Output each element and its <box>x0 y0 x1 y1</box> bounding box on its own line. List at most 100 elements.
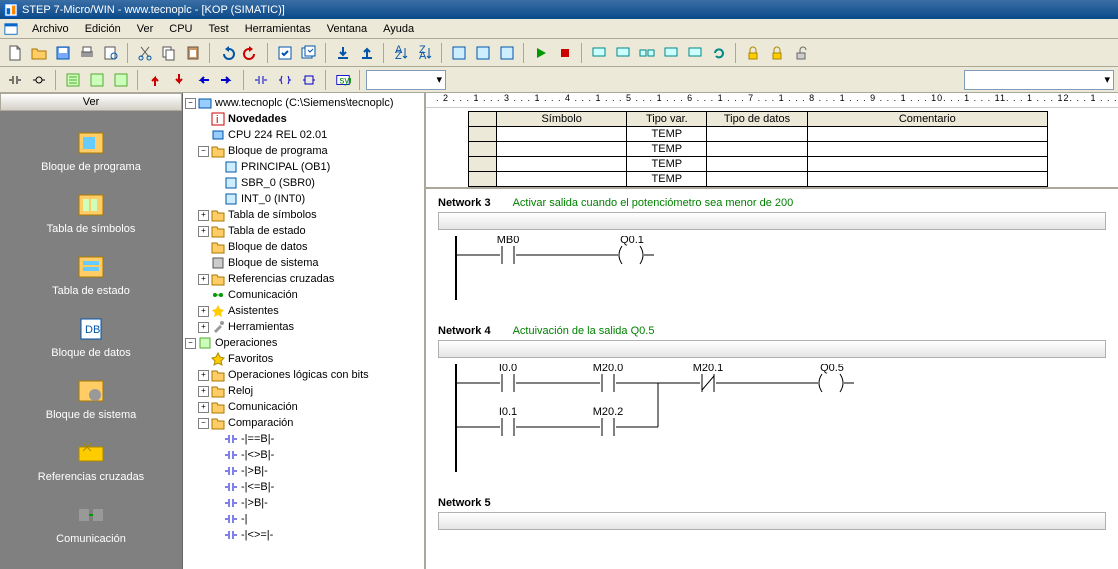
options-b-button[interactable] <box>472 42 494 64</box>
table-row[interactable]: TEMP <box>469 157 1048 172</box>
ladder-diagram[interactable]: MB0200Q0.1 <box>438 236 1078 300</box>
nav-item-4[interactable]: Bloque de sistema <box>0 377 182 421</box>
insert-box-button[interactable] <box>298 69 320 91</box>
nav-item-5[interactable]: Referencias cruzadas <box>0 439 182 483</box>
table-cell[interactable] <box>469 157 497 172</box>
table-cell[interactable] <box>807 142 1047 157</box>
table-row[interactable]: TEMP <box>469 172 1048 187</box>
menu-ventana[interactable]: Ventana <box>319 21 375 37</box>
fbd-view-button[interactable] <box>110 69 132 91</box>
tree-item-13[interactable]: +Herramientas <box>185 319 422 335</box>
network-bar[interactable] <box>438 212 1106 230</box>
lock2-button[interactable] <box>766 42 788 64</box>
expand-icon[interactable]: − <box>185 98 196 109</box>
tree-item-0[interactable]: iNovedades <box>185 111 422 127</box>
ladder-diagram[interactable]: I0.0M20.0M20.1Q0.5I0.1M20.2 <box>438 364 1078 472</box>
tree-root[interactable]: −www.tecnoplc (C:\Siemens\tecnoplc) <box>185 95 422 111</box>
table-cell[interactable] <box>807 157 1047 172</box>
nav-item-2[interactable]: Tabla de estado <box>0 253 182 297</box>
table-cell[interactable] <box>469 127 497 142</box>
tree-item-6[interactable]: +Tabla de símbolos <box>185 207 422 223</box>
declaration-table[interactable]: SímboloTipo var.Tipo de datosComentarioT… <box>468 111 1048 187</box>
stl-view-button[interactable] <box>86 69 108 91</box>
network-area[interactable]: Network 3Activar salida cuando el potenc… <box>426 187 1118 569</box>
tree-item-9[interactable]: Bloque de sistema <box>185 255 422 271</box>
expand-icon[interactable]: − <box>198 418 209 429</box>
monitor4-button[interactable] <box>660 42 682 64</box>
tree-item-7[interactable]: +Tabla de estado <box>185 223 422 239</box>
tree-item-26[interactable]: -|<>=|- <box>185 527 422 543</box>
expand-icon[interactable]: + <box>198 306 209 317</box>
print-button[interactable] <box>76 42 98 64</box>
wire-left-button[interactable] <box>192 69 214 91</box>
ladder-view-button[interactable] <box>62 69 84 91</box>
tree-item-12[interactable]: +Asistentes <box>185 303 422 319</box>
menu-ayuda[interactable]: Ayuda <box>375 21 422 37</box>
tree-item-2[interactable]: −Bloque de programa <box>185 143 422 159</box>
redo-button[interactable] <box>240 42 262 64</box>
sort-desc-button[interactable]: ZA <box>414 42 436 64</box>
monitor3-button[interactable] <box>636 42 658 64</box>
monitor2-button[interactable] <box>612 42 634 64</box>
sym-table-button[interactable]: sym <box>332 69 354 91</box>
new-button[interactable] <box>4 42 26 64</box>
tree-item-21[interactable]: -|<>B|- <box>185 447 422 463</box>
menu-test[interactable]: Test <box>201 21 237 37</box>
table-cell[interactable] <box>497 127 627 142</box>
nav-item-0[interactable]: Bloque de programa <box>0 129 182 173</box>
wire-down-button[interactable] <box>168 69 190 91</box>
open-button[interactable] <box>28 42 50 64</box>
copy-button[interactable] <box>158 42 180 64</box>
tree-item-18[interactable]: +Comunicación <box>185 399 422 415</box>
expand-icon[interactable]: − <box>185 338 196 349</box>
menu-herramientas[interactable]: Herramientas <box>237 21 319 37</box>
table-cell[interactable]: TEMP <box>627 142 707 157</box>
expand-icon[interactable]: + <box>198 386 209 397</box>
table-cell[interactable] <box>497 172 627 187</box>
address-dropdown[interactable]: ▾ <box>964 70 1114 90</box>
table-cell[interactable] <box>497 157 627 172</box>
tree-item-1[interactable]: CPU 224 REL 02.01 <box>185 127 422 143</box>
table-cell[interactable] <box>707 127 807 142</box>
stop-button[interactable] <box>554 42 576 64</box>
compile-all-button[interactable] <box>298 42 320 64</box>
lock1-button[interactable] <box>742 42 764 64</box>
network-bar[interactable] <box>438 512 1106 530</box>
tree-item-5[interactable]: INT_0 (INT0) <box>185 191 422 207</box>
tool-coil-span-button[interactable] <box>28 69 50 91</box>
wire-right-button[interactable] <box>216 69 238 91</box>
tree-item-19[interactable]: −Comparación <box>185 415 422 431</box>
table-cell[interactable] <box>707 172 807 187</box>
compile-button[interactable] <box>274 42 296 64</box>
project-tree[interactable]: −www.tecnoplc (C:\Siemens\tecnoplc)iNove… <box>183 93 426 569</box>
tree-item-25[interactable]: -| <box>185 511 422 527</box>
table-cell[interactable] <box>807 172 1047 187</box>
tree-item-8[interactable]: Bloque de datos <box>185 239 422 255</box>
nav-item-6[interactable]: Comunicación <box>0 501 182 545</box>
expand-icon[interactable]: + <box>198 210 209 221</box>
table-cell[interactable] <box>807 127 1047 142</box>
tree-item-16[interactable]: +Operaciones lógicas con bits <box>185 367 422 383</box>
expand-icon[interactable]: + <box>198 322 209 333</box>
run-button[interactable] <box>530 42 552 64</box>
refresh-button[interactable] <box>708 42 730 64</box>
paste-button[interactable] <box>182 42 204 64</box>
tree-item-3[interactable]: PRINCIPAL (OB1) <box>185 159 422 175</box>
menu-cpu[interactable]: CPU <box>161 21 200 37</box>
expand-icon[interactable]: − <box>198 146 209 157</box>
expand-icon[interactable]: + <box>198 226 209 237</box>
monitor1-button[interactable] <box>588 42 610 64</box>
nav-item-1[interactable]: Tabla de símbolos <box>0 191 182 235</box>
insert-coil-button[interactable] <box>274 69 296 91</box>
table-cell[interactable] <box>469 172 497 187</box>
options-c-button[interactable] <box>496 42 518 64</box>
expand-icon[interactable]: + <box>198 370 209 381</box>
insert-contact-button[interactable] <box>250 69 272 91</box>
table-cell[interactable] <box>497 142 627 157</box>
lock3-button[interactable] <box>790 42 812 64</box>
expand-icon[interactable]: + <box>198 274 209 285</box>
tree-item-15[interactable]: Favoritos <box>185 351 422 367</box>
table-cell[interactable]: TEMP <box>627 172 707 187</box>
menu-archivo[interactable]: Archivo <box>24 21 77 37</box>
tree-item-11[interactable]: Comunicación <box>185 287 422 303</box>
